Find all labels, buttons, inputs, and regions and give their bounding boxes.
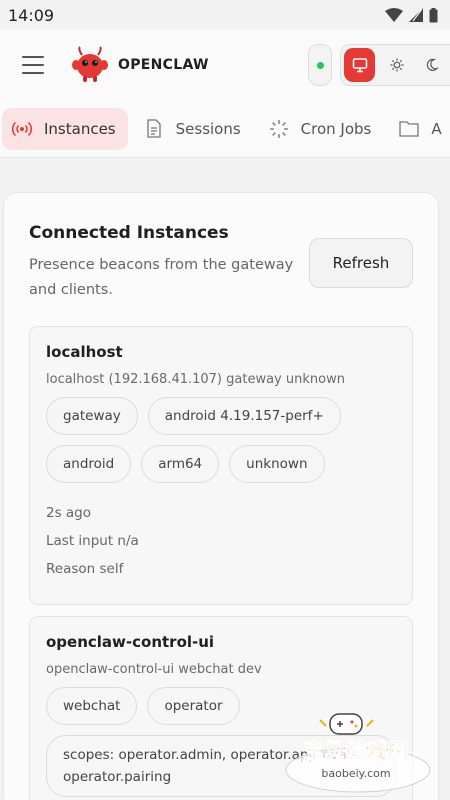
instance-meta: 2s ago Last input n/a Reason self bbox=[46, 499, 396, 583]
sun-icon bbox=[390, 58, 404, 72]
moon-icon bbox=[427, 58, 440, 71]
nav-tabs: Instances Sessions Cron Jobs A bbox=[0, 100, 450, 158]
last-seen: 2s ago bbox=[46, 505, 92, 521]
tab-cron-jobs[interactable]: Cron Jobs bbox=[259, 108, 384, 150]
tag-chip: android 4.19.157-perf+ bbox=[147, 397, 341, 435]
battery-icon bbox=[429, 7, 438, 22]
tag-chip: operator bbox=[147, 687, 240, 725]
status-icons bbox=[385, 7, 438, 23]
instance-detail: openclaw-control-ui webchat dev bbox=[46, 662, 262, 677]
hamburger-menu-button[interactable] bbox=[22, 56, 44, 74]
theme-system-button[interactable] bbox=[344, 48, 376, 82]
instances-card: Connected Instances Presence beacons fro… bbox=[3, 192, 439, 800]
document-icon bbox=[144, 119, 164, 139]
tab-label: Sessions bbox=[175, 119, 241, 138]
tab-agents[interactable]: A bbox=[389, 108, 450, 150]
instance-item: localhost localhost (192.168.41.107) gat… bbox=[29, 326, 413, 605]
status-bar: 14:09 bbox=[0, 0, 450, 30]
last-input: Last input n/a bbox=[46, 533, 139, 549]
refresh-button[interactable]: Refresh bbox=[309, 238, 413, 288]
gamepad-icon bbox=[319, 713, 374, 735]
reason: Reason self bbox=[46, 561, 124, 577]
status-time: 14:09 bbox=[8, 5, 55, 25]
instance-tags: gateway android 4.19.157-perf+ android a… bbox=[46, 397, 396, 483]
tag-chip: arm64 bbox=[141, 445, 220, 483]
card-subtitle: Presence beacons from the gateway and cl… bbox=[29, 257, 294, 298]
folder-icon bbox=[399, 119, 420, 139]
tab-sessions[interactable]: Sessions bbox=[134, 108, 253, 150]
theme-dark-button[interactable] bbox=[419, 48, 450, 82]
card-title: Connected Instances bbox=[29, 223, 229, 243]
tag-chip: webchat bbox=[46, 687, 138, 725]
tab-instances[interactable]: Instances bbox=[2, 107, 128, 150]
wifi-icon bbox=[385, 8, 403, 22]
site-watermark: 宝贝游戏网 baobeiy.com bbox=[285, 713, 431, 793]
brand-name: OPENCLAW bbox=[118, 57, 209, 73]
tag-chip: android bbox=[46, 445, 132, 483]
app-header: OPENCLAW bbox=[0, 30, 450, 100]
tag-chip: unknown bbox=[229, 445, 325, 483]
tab-label: Cron Jobs bbox=[300, 119, 372, 138]
theme-light-button[interactable] bbox=[381, 48, 412, 82]
radio-icon bbox=[12, 119, 32, 139]
instance-name: openclaw-control-ui bbox=[46, 633, 215, 651]
monitor-icon bbox=[352, 58, 367, 73]
watermark-url: baobeiy.com bbox=[321, 767, 390, 780]
theme-switcher bbox=[340, 44, 450, 86]
tab-label: A bbox=[431, 119, 442, 138]
card-header: Connected Instances Presence beacons fro… bbox=[29, 223, 309, 303]
tab-label: Instances bbox=[44, 119, 116, 138]
connection-status bbox=[308, 44, 332, 86]
instance-name: localhost bbox=[46, 343, 123, 361]
watermark-title: 宝贝游戏网 bbox=[304, 739, 409, 763]
openclaw-logo-icon bbox=[72, 46, 108, 82]
loader-icon bbox=[269, 119, 289, 139]
instance-detail: localhost (192.168.41.107) gateway unkno… bbox=[46, 372, 345, 387]
signal-icon bbox=[409, 8, 423, 22]
online-status-dot bbox=[316, 61, 324, 69]
tag-chip: gateway bbox=[46, 397, 138, 435]
